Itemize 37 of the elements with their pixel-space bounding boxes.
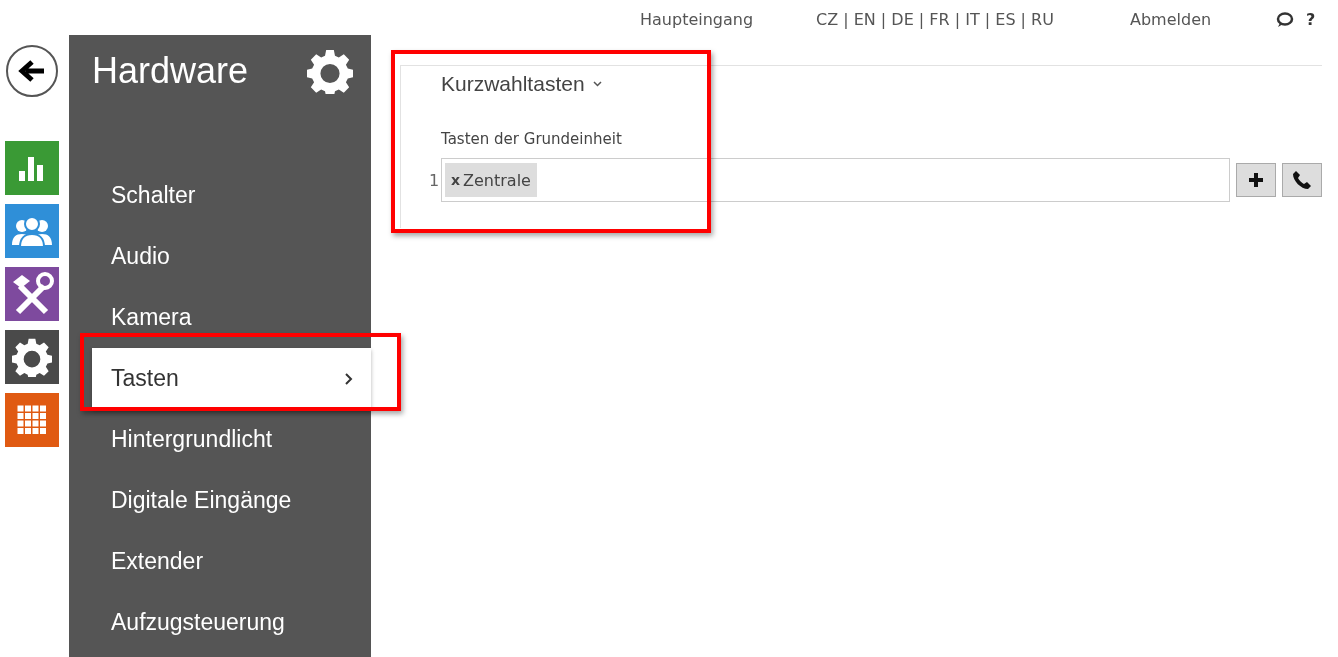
sidebar-item[interactable]: Extender xyxy=(69,531,371,592)
sidebar-item[interactable]: Hintergrundlicht xyxy=(69,409,371,470)
sidebar-item[interactable]: Audio xyxy=(69,226,371,287)
back-arrow-icon xyxy=(17,59,46,83)
nav-tile[interactable] xyxy=(4,141,59,195)
sidebar-item[interactable]: Digitale Eingänge xyxy=(69,470,371,531)
phone-icon xyxy=(1292,170,1312,190)
nav-tile[interactable] xyxy=(4,393,59,447)
call-button[interactable] xyxy=(1282,163,1322,197)
nav-tile[interactable] xyxy=(4,204,59,258)
chevron-right-icon xyxy=(345,372,353,385)
field-label: Tasten der Grundeinheit xyxy=(441,130,623,148)
section-title[interactable]: Kurzwahltasten xyxy=(441,72,1322,96)
location-link[interactable]: Haupteingang xyxy=(640,10,816,29)
logout-link[interactable]: Abmelden xyxy=(1130,10,1276,29)
grid-icon xyxy=(16,405,47,435)
back-button[interactable] xyxy=(5,45,58,97)
settings-icon xyxy=(307,48,353,94)
chevron-down-icon xyxy=(592,81,602,87)
sidebar-item[interactable]: Schalter xyxy=(69,165,371,226)
sidebar-item[interactable]: Aufzugsteuerung xyxy=(69,592,371,653)
sidebar-title: Hardware xyxy=(92,50,249,92)
help-link[interactable]: ? xyxy=(1306,10,1320,29)
nav-tile[interactable] xyxy=(4,330,59,384)
plus-icon xyxy=(1248,172,1264,188)
remove-tag[interactable]: x xyxy=(451,172,461,188)
chat-icon[interactable] xyxy=(1276,11,1294,28)
input-field[interactable]: x Zentrale xyxy=(441,158,1230,202)
row-number: 1 xyxy=(429,170,441,190)
language-links[interactable]: CZ | EN | DE | FR | IT | ES | RU xyxy=(816,10,1130,29)
users-icon xyxy=(11,215,52,247)
settings-icon xyxy=(11,337,52,377)
tag-label: Zentrale xyxy=(463,170,531,190)
sidebar-item[interactable]: Kamera xyxy=(69,287,371,348)
add-button[interactable] xyxy=(1236,163,1276,197)
sidebar-item[interactable]: Tasten xyxy=(92,348,371,409)
nav-tile[interactable] xyxy=(4,267,59,321)
